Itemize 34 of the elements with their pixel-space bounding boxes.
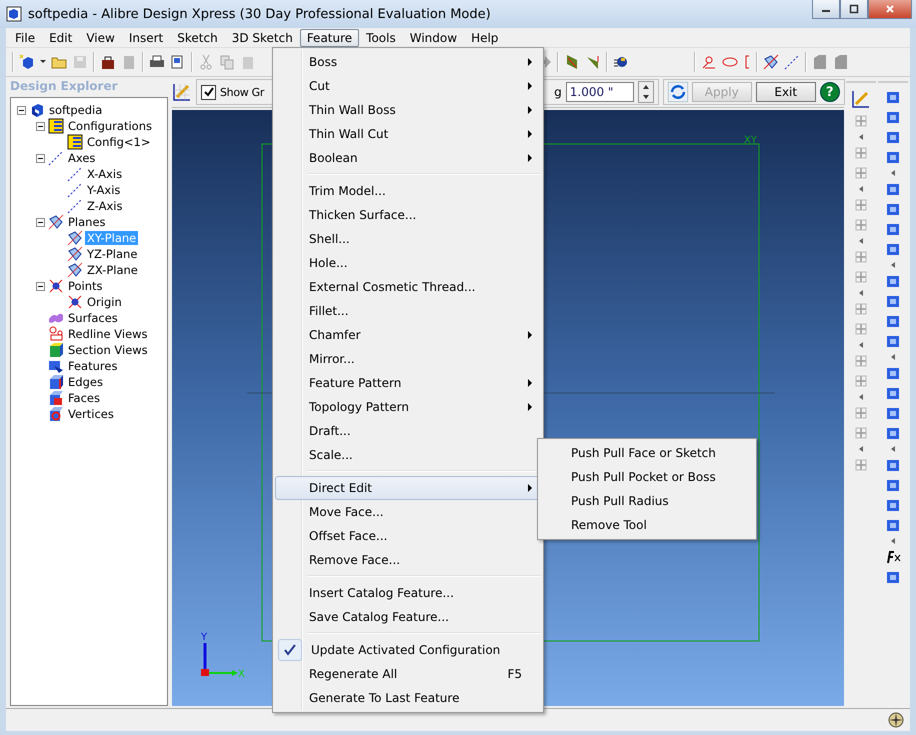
field-label: g <box>554 85 562 99</box>
menu-label: Chamfer <box>309 328 362 342</box>
menu-label: Draft... <box>309 424 352 438</box>
menu-label: Direct Edit <box>309 481 373 495</box>
menu-label: Thin Wall Boss <box>309 103 397 117</box>
menu-label: Scale... <box>309 448 354 462</box>
menu-label: Offset Face... <box>309 529 388 543</box>
menu-label: Fillet... <box>309 304 350 318</box>
menu-label: Feature Pattern <box>309 376 402 390</box>
axis-label: X <box>238 669 245 680</box>
menu-label: Mirror... <box>309 352 356 366</box>
menu-label: Boolean <box>309 151 359 165</box>
menu-label: Regenerate All <box>309 667 398 681</box>
menu-label: Update Activated Configuration <box>311 643 502 657</box>
checkbox-label: Show Gr <box>220 86 264 98</box>
menu-label: Insert Catalog Feature... <box>309 586 455 600</box>
menu-label: Thicken Surface... <box>309 208 418 222</box>
menu-label: Topology Pattern <box>309 400 410 414</box>
panel-title: Design Explorer <box>10 79 119 95</box>
menu-label: Generate To Last Feature <box>309 691 460 705</box>
axis-label: Y <box>201 632 208 643</box>
menu-label: Shell... <box>309 232 351 246</box>
plane-label: XY <box>744 135 757 146</box>
menu-label: Save Catalog Feature... <box>309 610 450 624</box>
menu-label: Remove Face... <box>309 553 402 567</box>
menu-label: Hole... <box>309 256 349 270</box>
menu-label: Trim Model... <box>309 184 387 198</box>
menu-label: Cut <box>309 79 331 93</box>
menu-label: Move Face... <box>309 505 385 519</box>
menu-label: External Cosmetic Thread... <box>309 280 476 294</box>
menu-label: Boss <box>309 55 338 69</box>
window-title: softpedia - Alibre Design Xpress (30 Day Professional Evaluation Mode) <box>28 6 492 22</box>
shortcut: F5 <box>507 667 522 681</box>
menu-label: Thin Wall Cut <box>309 127 390 141</box>
